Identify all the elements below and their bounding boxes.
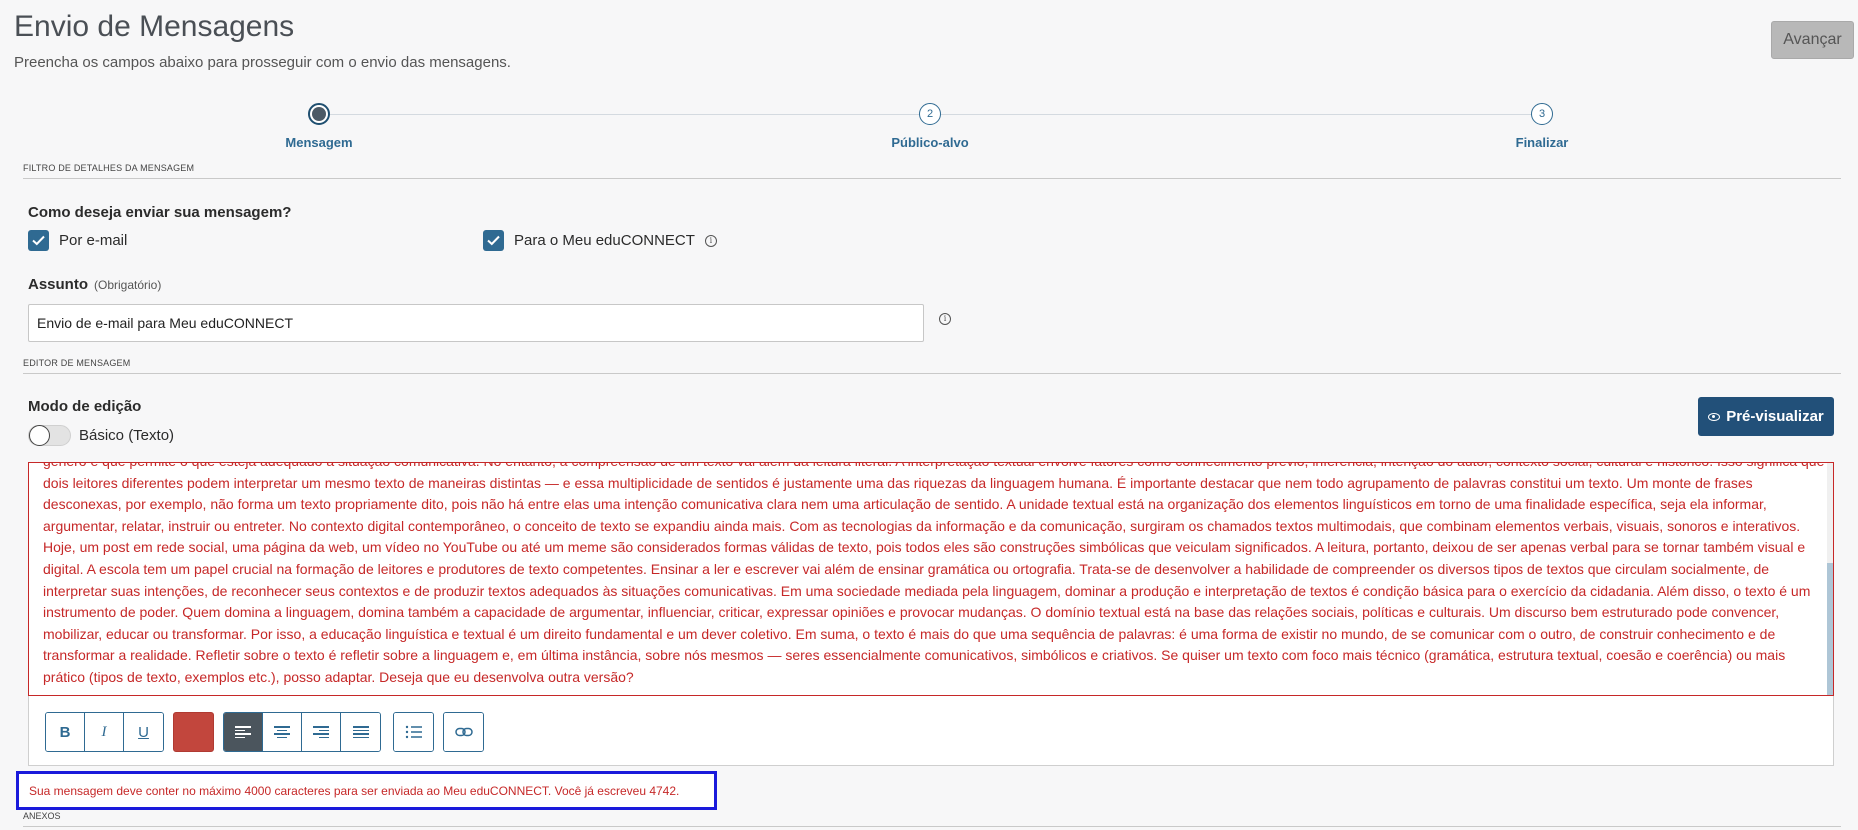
step-finalizar[interactable]: 3 Finalizar: [1442, 103, 1642, 150]
text-color-picker[interactable]: [173, 712, 214, 752]
subject-input[interactable]: [28, 304, 924, 342]
align-group: [223, 712, 381, 752]
align-justify-icon: [352, 726, 369, 738]
eye-icon: [1708, 412, 1721, 421]
bullet-list-icon: [405, 725, 422, 739]
step-label: Mensagem: [285, 135, 353, 150]
list-group: [393, 712, 434, 752]
edit-mode-toggle-wrap[interactable]: Básico (Texto): [28, 425, 174, 446]
message-editor[interactable]: gênero e que permite o que esteja adequa…: [28, 462, 1834, 696]
bullet-list-button[interactable]: [394, 713, 433, 751]
align-left-icon: [235, 726, 251, 738]
edit-mode-label: Modo de edição: [28, 398, 142, 415]
underline-button[interactable]: U: [124, 713, 163, 751]
checkbox-educonnect[interactable]: [483, 230, 504, 251]
format-group: B I U: [45, 712, 164, 752]
section-divider: [23, 178, 1841, 179]
preview-button[interactable]: Pré-visualizar: [1698, 397, 1834, 436]
step-label: Público-alvo: [891, 135, 969, 150]
editor-scrollbar[interactable]: [1827, 463, 1833, 695]
step-1-indicator: [308, 103, 330, 125]
section-divider: [23, 826, 1841, 827]
checkbox-email[interactable]: [28, 230, 49, 251]
subject-label-text: Assunto: [28, 276, 88, 293]
step-mensagem[interactable]: Mensagem: [219, 103, 419, 150]
step-publico-alvo[interactable]: 2 Público-alvo: [830, 103, 1030, 150]
send-method-question: Como deseja enviar sua mensagem?: [28, 204, 292, 221]
section-label-filter: FILTRO DE DETALHES DA MENSAGEM: [23, 163, 195, 173]
page-subtitle: Preencha os campos abaixo para prossegui…: [14, 54, 511, 71]
option-educonnect[interactable]: Para o Meu eduCONNECT i: [483, 230, 717, 251]
align-center-button[interactable]: [263, 713, 302, 751]
editor-toolbar: B I U: [28, 696, 1834, 766]
align-left-button[interactable]: [224, 713, 263, 751]
step-2-indicator: 2: [919, 103, 941, 125]
message-body[interactable]: gênero e que permite o que esteja adequa…: [43, 463, 1827, 689]
section-label-editor: EDITOR DE MENSAGEM: [23, 358, 131, 368]
align-right-button[interactable]: [302, 713, 341, 751]
section-divider: [23, 373, 1841, 374]
option-email[interactable]: Por e-mail: [28, 230, 127, 251]
subject-required-hint: (Obrigatório): [94, 278, 162, 292]
bold-button[interactable]: B: [46, 713, 85, 751]
check-icon: [32, 235, 45, 246]
info-icon[interactable]: i: [704, 234, 717, 247]
link-button[interactable]: [444, 713, 483, 751]
checkbox-email-label: Por e-mail: [59, 232, 128, 249]
italic-button[interactable]: I: [85, 713, 124, 751]
link-group: [443, 712, 484, 752]
preview-button-label: Pré-visualizar: [1726, 408, 1824, 425]
page-title: Envio de Mensagens: [14, 10, 295, 43]
check-icon: [487, 235, 500, 246]
step-3-indicator: 3: [1531, 103, 1553, 125]
edit-mode-toggle-label: Básico (Texto): [79, 427, 175, 444]
align-justify-button[interactable]: [341, 713, 380, 751]
edit-mode-toggle[interactable]: [28, 425, 71, 446]
step-label: Finalizar: [1515, 135, 1569, 150]
align-center-icon: [274, 726, 290, 738]
checkbox-educonnect-label: Para o Meu eduCONNECT: [514, 232, 695, 249]
editor-scroll-thumb[interactable]: [1827, 563, 1833, 695]
subject-label: Assunto (Obrigatório): [28, 276, 161, 293]
link-icon: [454, 727, 473, 737]
next-button[interactable]: Avançar: [1771, 21, 1854, 59]
character-limit-warning: Sua mensagem deve conter no máximo 4000 …: [16, 771, 717, 810]
section-label-attachments: ANEXOS: [23, 811, 61, 821]
align-right-icon: [313, 726, 329, 738]
info-icon[interactable]: i: [939, 313, 951, 325]
